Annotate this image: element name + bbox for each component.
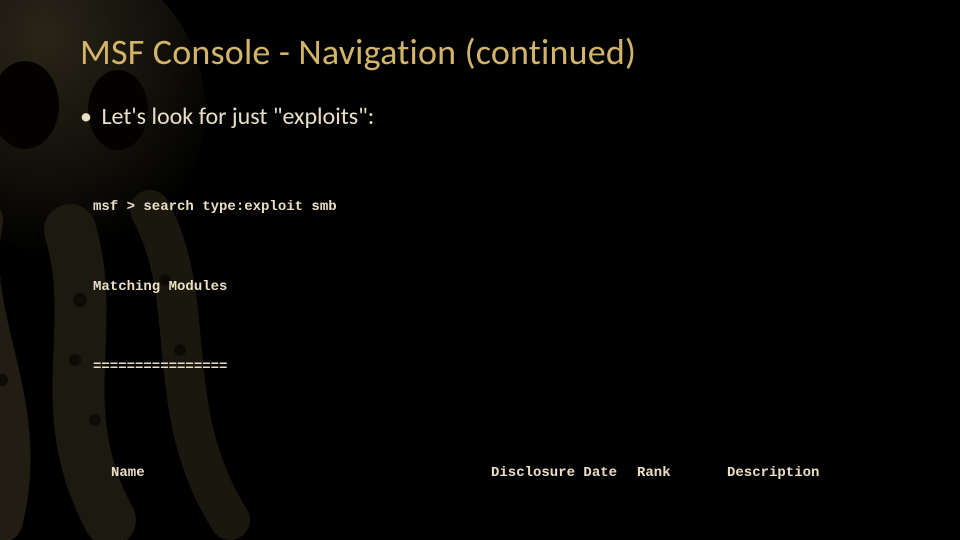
intro-bullet-text: Let's look for just "exploits": xyxy=(101,102,374,131)
slide-title: MSF Console - Navigation (continued) xyxy=(80,30,920,74)
col-header-desc: Description xyxy=(727,460,920,487)
console-header-row: Name Disclosure Date Rank Description xyxy=(93,460,920,487)
col-header-rank: Rank xyxy=(637,460,727,487)
intro-bullet: • Let's look for just "exploits": xyxy=(80,102,920,131)
col-header-date: Disclosure Date xyxy=(491,460,637,487)
console-prompt-line: msf > search type:exploit smb xyxy=(93,194,920,221)
console-output: msf > search type:exploit smb Matching M… xyxy=(93,141,920,540)
col-header-name: Name xyxy=(93,460,491,487)
console-matching-header: Matching Modules xyxy=(93,274,920,301)
console-matching-underline: ================ xyxy=(93,354,920,381)
slide: MSF Console - Navigation (continued) • L… xyxy=(0,0,960,540)
bullet-dot-icon: • xyxy=(80,102,96,131)
